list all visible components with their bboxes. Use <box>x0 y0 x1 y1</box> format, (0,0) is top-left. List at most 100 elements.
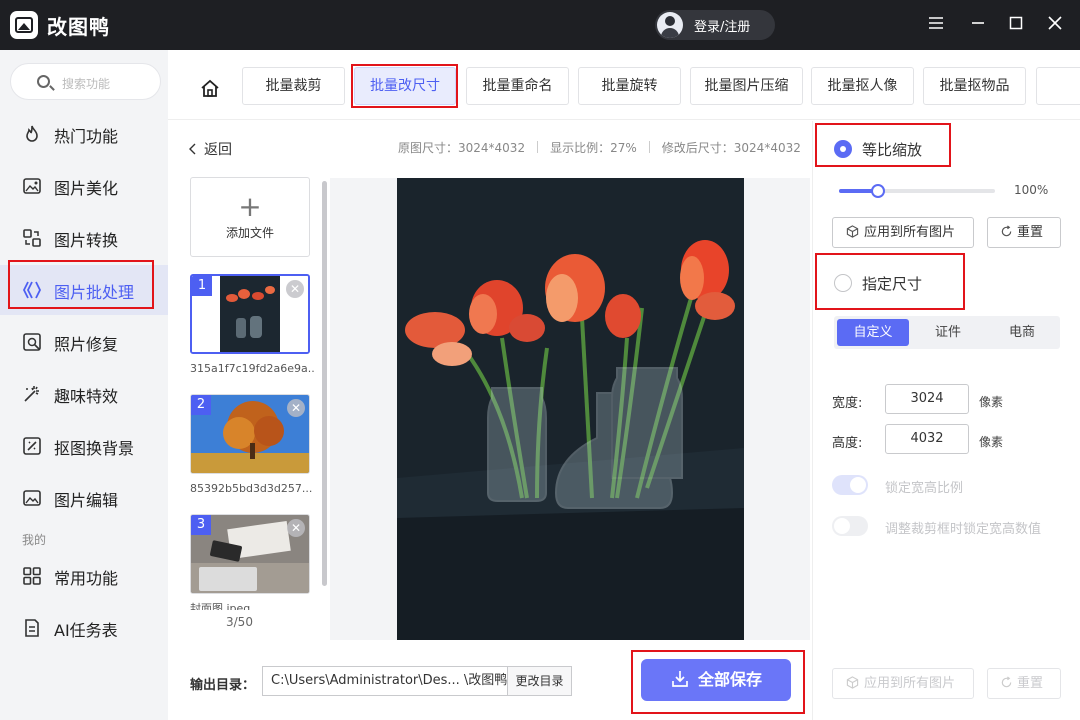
segment-id[interactable]: 证件 <box>912 319 984 346</box>
bottom-bar: 输出目录： C:\Users\Administrator\Des... \改图鸭… <box>168 641 812 720</box>
lock-ratio-label: 锁定宽高比例 <box>885 481 964 496</box>
back-button[interactable]: 返回 <box>188 139 232 159</box>
sidebar-item-edit[interactable]: 图片编辑 <box>0 473 168 523</box>
scale-slider-handle[interactable] <box>871 184 885 198</box>
sidebar-item-effects[interactable]: 趣味特效 <box>0 369 168 419</box>
segment-custom[interactable]: 自定义 <box>837 319 909 346</box>
tab-batch-crop[interactable]: 批量裁剪 <box>242 67 345 105</box>
login-button[interactable]: 登录/注册 <box>655 10 775 40</box>
sidebar-item-label: 图片转换 <box>54 231 119 250</box>
original-size: 原图尺寸：3024*4032 <box>398 141 526 155</box>
image-beautify-icon <box>23 178 41 194</box>
search-input[interactable]: 搜索功能 <box>10 63 161 100</box>
image-info: 原图尺寸：3024*4032 显示比例：27% 修改后尺寸：3024*4032 <box>398 139 801 156</box>
size-type-segmented: 自定义 证件 电商 <box>834 316 1060 349</box>
preview-photo <box>397 178 744 640</box>
maximize-icon[interactable] <box>1004 13 1028 37</box>
search-icon <box>37 75 50 88</box>
tab-batch-portrait[interactable]: 批量抠人像 <box>811 67 914 105</box>
lock-crop-toggle[interactable] <box>832 516 868 536</box>
proportional-radio[interactable] <box>834 140 852 158</box>
tab-batch-rotate[interactable]: 批量旋转 <box>578 67 681 105</box>
apply-all-button[interactable]: 应用到所有图片 <box>832 217 974 248</box>
file-thumb-2[interactable]: 2 ✕ <box>190 394 310 474</box>
sidebar-item-hot[interactable]: 热门功能 <box>0 109 168 159</box>
download-icon <box>672 671 688 687</box>
edit-icon <box>23 490 41 506</box>
title-bar: 改图鸭 登录/注册 <box>0 0 1080 50</box>
cutout-icon <box>23 437 41 455</box>
file-thumb-1[interactable]: 1 ✕ <box>190 274 310 354</box>
remove-icon[interactable]: ✕ <box>287 399 305 417</box>
file-list-scrollbar[interactable] <box>322 181 327 586</box>
add-file-button[interactable]: + 添加文件 <box>190 177 310 257</box>
batch-icon <box>22 281 42 299</box>
file-thumb-3[interactable]: 3 ✕ <box>190 514 310 594</box>
save-all-button[interactable]: 全部保存 <box>641 659 791 701</box>
proportional-label: 等比缩放 <box>862 141 923 159</box>
menu-icon[interactable] <box>924 13 948 37</box>
grid-icon <box>23 567 41 585</box>
close-icon[interactable] <box>1043 13 1067 37</box>
sidebar-item-beautify[interactable]: 图片美化 <box>0 161 168 211</box>
sidebar-item-label: AI任务表 <box>54 621 118 640</box>
width-unit: 像素 <box>979 395 1004 409</box>
sidebar-item-common[interactable]: 常用功能 <box>0 551 168 601</box>
avatar-icon <box>657 12 683 38</box>
cube-icon <box>846 676 859 689</box>
sidebar-item-label: 图片批处理 <box>54 283 135 302</box>
sidebar-item-ai-tasks[interactable]: AI任务表 <box>0 603 168 653</box>
login-label: 登录/注册 <box>694 19 751 35</box>
file-number: 2 <box>191 395 211 415</box>
task-icon <box>25 619 39 637</box>
height-unit: 像素 <box>979 435 1004 449</box>
tab-batch-rename[interactable]: 批量重命名 <box>466 67 569 105</box>
mine-section-label: 我的 <box>22 533 47 547</box>
tab-more[interactable] <box>1036 67 1080 105</box>
add-file-label: 添加文件 <box>225 226 274 240</box>
app-window: 改图鸭 登录/注册 搜索功能 热门功能 图片美化 图片转换 图片批处理 照片修复… <box>0 0 1080 720</box>
back-label: 返回 <box>204 142 232 158</box>
search-placeholder: 搜索功能 <box>62 77 111 91</box>
height-label: 高度: <box>832 436 863 451</box>
app-logo-icon <box>10 11 38 39</box>
specify-size-label: 指定尺寸 <box>862 275 923 293</box>
sidebar-item-cutout[interactable]: 抠图换背景 <box>0 421 168 471</box>
sidebar-item-label: 热门功能 <box>54 127 119 146</box>
output-label: 输出目录： <box>190 678 256 693</box>
sidebar-item-batch[interactable]: 图片批处理 <box>0 265 168 315</box>
sidebar-item-repair[interactable]: 照片修复 <box>0 317 168 367</box>
tab-batch-resize[interactable]: 批量改尺寸 <box>354 67 456 105</box>
file-list-panel: 返回 + 添加文件 1 ✕ 315a1f7c19fd2a6e9a... 2 ✕ <box>168 121 328 641</box>
apply-all-button-disabled[interactable]: 应用到所有图片 <box>832 668 974 699</box>
specify-size-radio[interactable] <box>834 274 852 292</box>
tab-batch-object[interactable]: 批量抠物品 <box>923 67 1026 105</box>
file-name: 85392b5bd3d3d257... <box>190 482 313 495</box>
remove-icon[interactable]: ✕ <box>287 519 305 537</box>
sidebar-item-convert[interactable]: 图片转换 <box>0 213 168 263</box>
reset-icon <box>1001 225 1012 237</box>
reset-button-disabled[interactable]: 重置 <box>987 668 1061 699</box>
sidebar-item-label: 图片编辑 <box>54 491 119 510</box>
file-number: 3 <box>191 515 211 535</box>
sidebar-item-label: 抠图换背景 <box>54 439 135 458</box>
reset-label: 重置 <box>1017 225 1044 240</box>
change-directory-button[interactable]: 更改目录 <box>507 667 571 695</box>
lock-crop-label: 调整裁剪框时锁定宽高数值 <box>885 522 1042 537</box>
repair-icon <box>23 333 41 351</box>
minimize-icon[interactable] <box>966 13 990 37</box>
width-input[interactable]: 3024 <box>885 384 969 414</box>
app-title: 改图鸭 <box>47 15 110 39</box>
tool-tabs: 批量裁剪 批量改尺寸 批量重命名 批量旋转 批量图片压缩 批量抠人像 批量抠物品 <box>168 50 1080 120</box>
lock-ratio-toggle[interactable] <box>832 475 868 495</box>
remove-icon[interactable]: ✕ <box>286 280 304 298</box>
home-icon[interactable] <box>200 78 220 98</box>
save-all-label: 全部保存 <box>697 670 762 689</box>
tab-batch-compress[interactable]: 批量图片压缩 <box>690 67 803 105</box>
height-input[interactable]: 4032 <box>885 424 969 454</box>
segment-ecommerce[interactable]: 电商 <box>986 319 1058 346</box>
reset-button[interactable]: 重置 <box>987 217 1061 248</box>
scale-slider[interactable] <box>839 184 995 198</box>
image-preview <box>330 178 810 640</box>
settings-panel: 等比缩放 100% 应用到所有图片 重置 指定尺寸 自定义 证件 电商 宽度: … <box>812 121 1080 720</box>
